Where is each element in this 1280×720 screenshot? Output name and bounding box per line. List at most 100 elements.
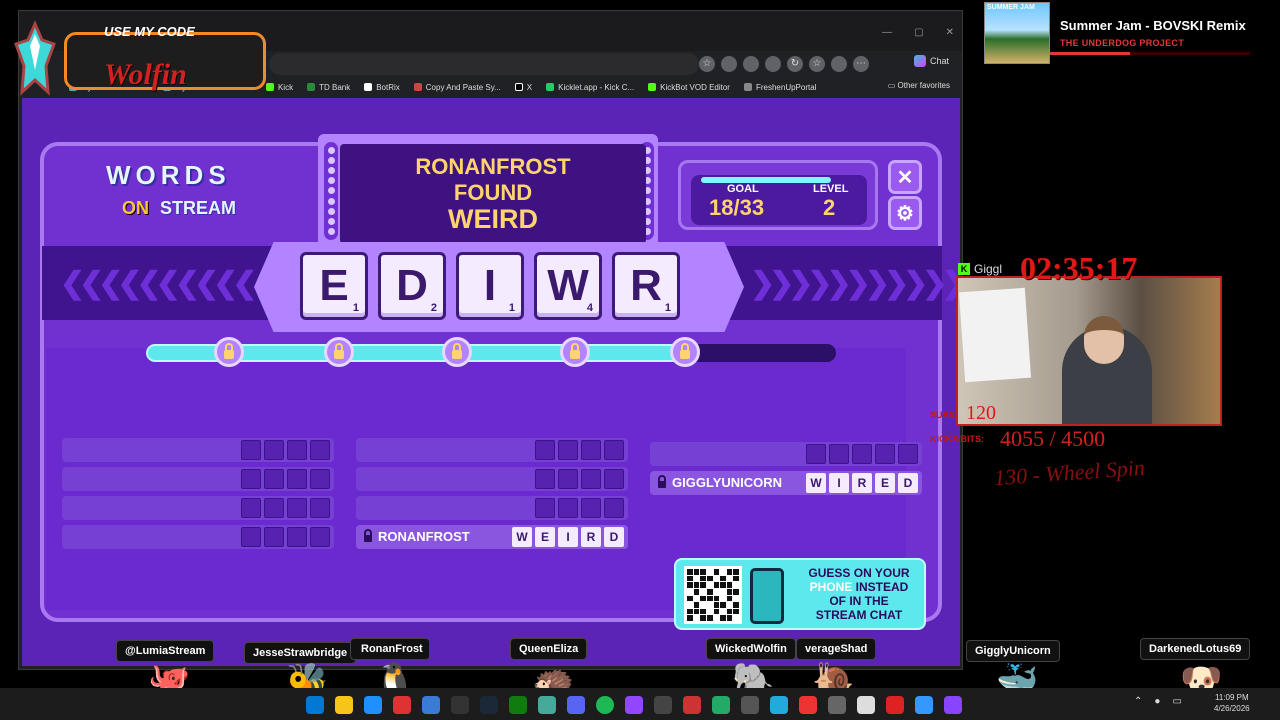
phone-guess-text: GUESS ON YOUR PHONE INSTEAD OF IN THE ST… [808,566,910,622]
app-icon[interactable] [799,696,817,714]
qr-module [733,588,739,595]
stream-timer: 02:35:17 [1020,250,1138,286]
promo-code-overlay: USE MY CODE Wolfin [4,18,266,96]
bookmark[interactable]: Kick [265,83,293,92]
browser-toolbar: ☆ ↻ ☆ ⋯ [699,53,869,75]
qr-module [726,608,733,615]
kick-icon: K [958,263,970,275]
letter-tile[interactable]: W4 [534,252,602,320]
qr-code[interactable] [684,566,742,624]
extension-icon[interactable] [765,56,781,72]
obs-icon[interactable] [886,696,904,714]
spotify-icon[interactable] [596,696,614,714]
game-logo: WORDS ON STREAM [106,160,254,236]
minimize-icon[interactable]: — [882,27,892,38]
chatter-label: RonanFrost [350,638,430,660]
qr-module [726,615,733,621]
edge-icon[interactable] [364,696,382,714]
maximize-icon[interactable]: ▢ [914,27,923,38]
wolf-logo-icon [14,20,56,96]
announcement-board: RONANFROST FOUND WEIRD [340,144,646,244]
xbox-icon[interactable] [509,696,527,714]
chevron-up-icon[interactable]: ⌃ [1134,696,1142,707]
level-value: 2 [823,195,836,220]
system-tray: ⌃ ● ▭ [1134,696,1182,707]
album-art: SUMMER JAM [984,2,1050,64]
bookmark[interactable]: Kicklet.app - Kick C... [546,83,634,92]
copilot-chat-button[interactable]: Chat [914,55,949,67]
windows-icon[interactable] [306,696,324,714]
star-icon[interactable]: ☆ [699,56,715,72]
bookmark[interactable]: X [514,83,532,92]
letter-tile[interactable]: I1 [456,252,524,320]
logo-words: WORDS [106,160,231,190]
goal-value: 18/33 [709,195,765,220]
microphone-icon[interactable]: ● [1154,696,1160,707]
app-icon[interactable] [625,696,643,714]
app-icon[interactable] [915,696,933,714]
app-icon[interactable] [770,696,788,714]
app-icon[interactable] [857,696,875,714]
answer-slot [62,438,334,462]
bookmark[interactable]: BotRix [364,83,400,92]
app-icon[interactable] [741,696,759,714]
network-icon[interactable]: ▭ [1172,696,1181,707]
refresh-icon[interactable]: ↻ [787,56,803,72]
bookmark-icon [413,83,422,91]
profile-icon[interactable] [831,56,847,72]
qr-module [693,569,700,575]
qr-module [700,569,706,575]
app-icon[interactable] [538,696,556,714]
bookmark[interactable]: Copy And Paste Sy... [413,83,501,92]
notes-icon[interactable] [335,696,353,714]
qr-module [733,608,739,615]
chatter-label: WickedWolfin [706,638,796,660]
system-clock[interactable]: 11:09 PM 4/26/2026 [1214,692,1250,714]
qr-module [726,575,733,582]
other-favorites[interactable]: ▭ Other favorites [888,81,950,90]
chatter-label: QueenEliza [510,638,588,660]
favorites-icon[interactable]: ☆ [809,56,825,72]
answer-slot [650,442,922,466]
kicks-label: KICKS/BITS: [930,434,984,444]
logo-on: ON [122,198,149,218]
answer-slot [62,525,334,549]
more-icon[interactable]: ⋯ [853,56,869,72]
bookmark[interactable]: KickBot VOD Editor [648,83,730,92]
close-icon[interactable]: ✕ [946,27,954,38]
app-icon[interactable] [683,696,701,714]
qr-module [733,569,739,575]
phone-guess-card[interactable]: GUESS ON YOUR PHONE INSTEAD OF IN THE ST… [674,558,926,630]
found-letter: D [604,527,624,547]
letter-tiles: E1 D2 I1 W4 R1 [300,252,680,320]
discord-icon[interactable] [567,696,585,714]
bookmark[interactable]: FreshenUpPortal [743,83,816,92]
qr-module [693,615,700,621]
letter-tile[interactable]: R1 [612,252,680,320]
extension-icon[interactable] [721,56,737,72]
letter-tile[interactable]: D2 [378,252,446,320]
whiteboard [958,287,1032,383]
letter-tile[interactable]: E1 [300,252,368,320]
close-button[interactable]: ✕ [888,160,922,194]
phone-icon [750,568,784,624]
bookmark[interactable]: TD Bank [307,83,350,92]
chatter-label: verageShad [796,638,877,660]
address-bar[interactable] [269,53,699,75]
extension-icon[interactable] [743,56,759,72]
epic-icon[interactable] [451,696,469,714]
steam-icon[interactable] [480,696,498,714]
answer-slot [356,467,628,491]
app-icon[interactable] [944,696,962,714]
app-icon[interactable] [654,696,672,714]
settings-button[interactable]: ⚙ [888,196,922,230]
app-icon[interactable] [393,696,411,714]
qr-module [720,569,726,575]
streamer-head [1084,316,1124,364]
app-icon[interactable] [422,696,440,714]
qr-module [693,588,700,595]
app-icon[interactable] [712,696,730,714]
qr-module [687,608,693,615]
found-letter: I [558,527,578,547]
app-icon[interactable] [828,696,846,714]
